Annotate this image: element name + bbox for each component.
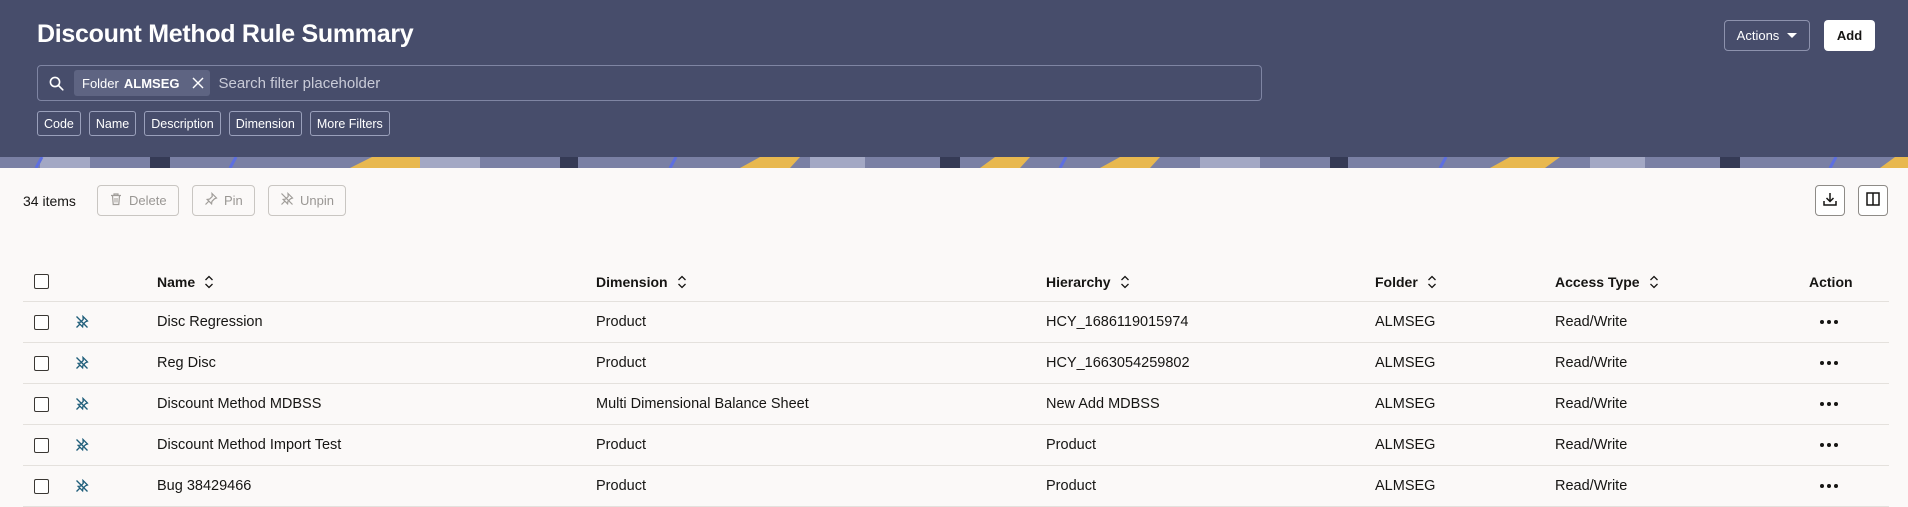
sort-icon (1427, 275, 1437, 289)
unpin-icon[interactable] (75, 466, 89, 506)
chevron-down-icon (1787, 33, 1798, 38)
row-checkbox[interactable] (34, 478, 49, 494)
cell-name: Discount Method Import Test (157, 437, 342, 453)
pin-label: Pin (224, 193, 243, 208)
table-row[interactable]: Discount Method MDBSS Multi Dimensional … (23, 384, 1889, 425)
cell-dimension: Product (596, 314, 646, 330)
column-label: Folder (1375, 273, 1418, 290)
pin-icon (204, 191, 218, 209)
cell-hierarchy: Product (1046, 478, 1096, 494)
cell-hierarchy: HCY_1663054259802 (1046, 355, 1190, 371)
download-button[interactable] (1815, 185, 1845, 216)
cell-folder: ALMSEG (1375, 478, 1436, 494)
cell-access-type: Read/Write (1555, 314, 1628, 330)
folder-filter-chip: Folder ALMSEG (74, 70, 211, 96)
rules-table: Name Dimension Hierarchy Folder Access T… (23, 262, 1889, 507)
more-horizontal-icon[interactable] (1820, 425, 1838, 465)
more-horizontal-icon[interactable] (1820, 384, 1838, 424)
actions-menu-button[interactable]: Actions (1724, 20, 1810, 51)
pin-button[interactable]: Pin (192, 185, 255, 216)
more-horizontal-icon[interactable] (1820, 343, 1838, 383)
column-label: Access Type (1555, 273, 1640, 290)
sort-icon (1649, 275, 1659, 289)
sort-icon (677, 275, 687, 289)
close-icon[interactable] (192, 77, 204, 89)
filter-dimension-button[interactable]: Dimension (228, 111, 302, 136)
page-title: Discount Method Rule Summary (37, 20, 414, 48)
row-checkbox[interactable] (34, 396, 49, 412)
columns-button[interactable] (1858, 185, 1888, 216)
column-label: Hierarchy (1046, 273, 1111, 290)
table-row[interactable]: Reg Disc Product HCY_1663054259802 ALMSE… (23, 343, 1889, 384)
row-checkbox[interactable] (34, 437, 49, 453)
actions-label: Actions (1736, 28, 1780, 43)
cell-name: Reg Disc (157, 355, 216, 371)
cell-hierarchy: Product (1046, 437, 1096, 453)
cell-hierarchy: HCY_1686119015974 (1046, 314, 1189, 330)
cell-folder: ALMSEG (1375, 314, 1436, 330)
search-filter-bar[interactable]: Folder ALMSEG Search filter placeholder (37, 65, 1262, 101)
decorative-banner (0, 157, 1908, 168)
table-row[interactable]: Disc Regression Product HCY_168611901597… (23, 302, 1889, 343)
unpin-icon[interactable] (75, 302, 89, 342)
cell-access-type: Read/Write (1555, 437, 1628, 453)
cell-folder: ALMSEG (1375, 396, 1436, 412)
cell-name: Discount Method MDBSS (157, 396, 322, 412)
unpin-icon[interactable] (75, 425, 89, 465)
sort-icon (1120, 275, 1130, 289)
item-count: 34 items (23, 193, 76, 209)
table-row[interactable]: Discount Method Import Test Product Prod… (23, 425, 1889, 466)
table-toolbar: 34 items Delete Pin Unpin (0, 183, 1908, 219)
unpin-icon (280, 191, 294, 209)
column-label: Name (157, 273, 196, 290)
filter-code-button[interactable]: Code (37, 111, 81, 136)
unpin-icon[interactable] (75, 343, 89, 383)
column-header-hierarchy[interactable]: Hierarchy (1046, 262, 1130, 301)
delete-label: Delete (129, 193, 167, 208)
delete-button[interactable]: Delete (97, 185, 179, 216)
cell-dimension: Product (596, 355, 646, 371)
download-icon (1822, 191, 1838, 210)
trash-icon (109, 192, 123, 209)
cell-folder: ALMSEG (1375, 355, 1436, 371)
cell-access-type: Read/Write (1555, 396, 1628, 412)
sort-icon (204, 275, 214, 289)
filter-buttons: Code Name Description Dimension More Fil… (37, 111, 390, 136)
column-header-folder[interactable]: Folder (1375, 262, 1437, 301)
search-icon (49, 76, 64, 91)
more-horizontal-icon[interactable] (1820, 302, 1838, 342)
cell-access-type: Read/Write (1555, 355, 1628, 371)
filter-description-button[interactable]: Description (144, 111, 221, 136)
cell-name: Bug 38429466 (157, 478, 252, 494)
chip-prefix: Folder (82, 75, 119, 91)
unpin-label: Unpin (300, 193, 334, 208)
search-input[interactable]: Search filter placeholder (218, 75, 380, 92)
page-header: Discount Method Rule Summary Actions Add… (0, 0, 1908, 157)
add-button[interactable]: Add (1824, 20, 1875, 51)
cell-hierarchy: New Add MDBSS (1046, 396, 1160, 412)
table-header-row: Name Dimension Hierarchy Folder Access T… (23, 262, 1889, 302)
cell-name: Disc Regression (157, 314, 263, 330)
row-checkbox[interactable] (34, 314, 49, 330)
unpin-button[interactable]: Unpin (268, 185, 346, 216)
table-row[interactable]: Bug 38429466 Product Product ALMSEG Read… (23, 466, 1889, 507)
unpin-icon[interactable] (75, 384, 89, 424)
more-horizontal-icon[interactable] (1820, 466, 1838, 506)
column-header-action: Action (1809, 273, 1853, 290)
cell-dimension: Product (596, 437, 646, 453)
cell-dimension: Multi Dimensional Balance Sheet (596, 396, 809, 412)
cell-dimension: Product (596, 478, 646, 494)
row-checkbox[interactable] (34, 355, 49, 371)
filter-name-button[interactable]: Name (88, 111, 137, 136)
more-filters-button[interactable]: More Filters (309, 111, 390, 136)
cell-folder: ALMSEG (1375, 437, 1436, 453)
select-all-checkbox[interactable] (34, 274, 49, 289)
column-header-access-type[interactable]: Access Type (1555, 262, 1659, 301)
columns-icon (1865, 191, 1881, 210)
column-header-dimension[interactable]: Dimension (596, 262, 687, 301)
column-header-name[interactable]: Name (157, 262, 214, 301)
column-label: Dimension (596, 273, 668, 290)
cell-access-type: Read/Write (1555, 478, 1628, 494)
chip-value: ALMSEG (123, 75, 180, 91)
